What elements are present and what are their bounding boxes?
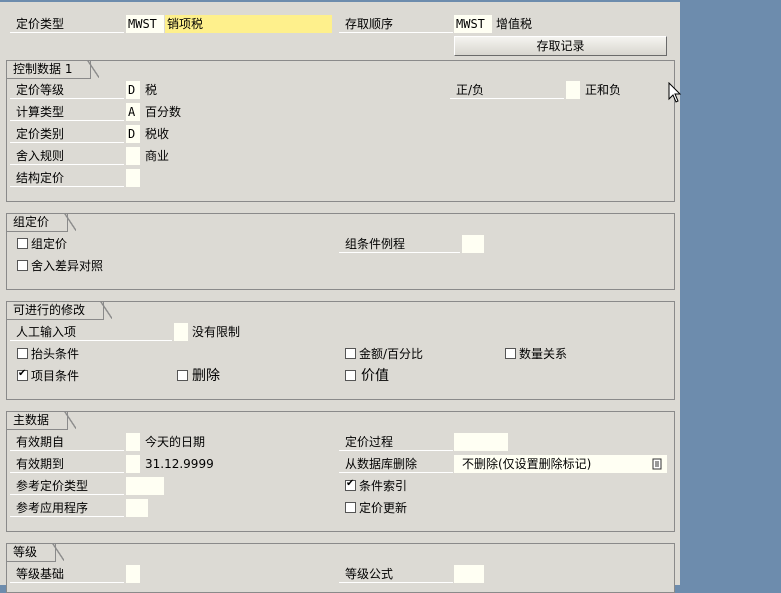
pricing-level-field[interactable]: D <box>126 81 140 99</box>
pricing-procedure-field[interactable] <box>454 433 508 451</box>
header-condition-label: 抬头条件 <box>31 347 80 361</box>
header-condition-checkbox[interactable] <box>17 348 28 359</box>
delete-label: 删除 <box>192 368 220 384</box>
changes-group: 可进行的修改 <box>6 301 675 400</box>
reference-type-field[interactable] <box>126 477 164 495</box>
calc-type-field[interactable]: A <box>126 103 140 121</box>
access-sequence-code-field[interactable]: MWST <box>454 15 492 33</box>
control-row-label: 舍入规则 <box>10 147 124 165</box>
plus-minus-field[interactable] <box>566 81 580 99</box>
pricing-update-label: 定价更新 <box>359 501 408 515</box>
rounding-rule-desc: 商业 <box>145 149 170 163</box>
reference-app-field[interactable] <box>126 499 148 517</box>
pricing-level-desc: 税 <box>145 83 158 97</box>
pricing-type-label: 定价类型 <box>10 15 124 33</box>
valid-from-field[interactable] <box>126 433 140 451</box>
condition-index-label: 条件索引 <box>359 479 408 493</box>
access-sequence-desc: 增值税 <box>496 17 533 31</box>
db-delete-dropdown[interactable]: 不删除(仅设置删除标记) <box>454 455 667 473</box>
top-stripe <box>0 0 781 2</box>
value-label: 价值 <box>361 368 389 384</box>
db-delete-value: 不删除(仅设置删除标记) <box>462 457 592 471</box>
valid-to-field[interactable] <box>126 455 140 473</box>
structure-pricing-field[interactable] <box>126 169 140 187</box>
group-routine-field[interactable] <box>462 235 484 253</box>
scales-title: 等级 <box>7 543 65 562</box>
mouse-pointer-icon <box>668 81 682 107</box>
scale-base-field[interactable] <box>126 565 140 583</box>
scale-formula-label: 等级公式 <box>339 565 453 583</box>
amount-percent-checkbox[interactable] <box>345 348 356 359</box>
pricing-update-checkbox[interactable] <box>345 502 356 513</box>
db-delete-label: 从数据库删除 <box>339 455 453 473</box>
reference-app-label: 参考应用程序 <box>10 499 124 517</box>
pricing-procedure-label: 定价过程 <box>339 433 453 451</box>
scale-base-label: 等级基础 <box>10 565 124 583</box>
pricing-type-code-field[interactable]: MWST <box>126 15 164 33</box>
rounding-diff-label: 舍入差异对照 <box>31 259 104 273</box>
access-sequence-label: 存取顺序 <box>339 15 453 33</box>
calc-type-desc: 百分数 <box>145 105 182 119</box>
rounding-diff-checkbox[interactable] <box>17 260 28 271</box>
control-row-label: 定价等级 <box>10 81 124 99</box>
group-pricing-checkbox-label: 组定价 <box>31 237 68 251</box>
reference-type-label: 参考定价类型 <box>10 477 124 495</box>
group-pricing-checkbox[interactable] <box>17 238 28 249</box>
valid-from-desc: 今天的日期 <box>145 435 206 449</box>
group-routine-label: 组条件例程 <box>339 235 460 253</box>
control-row-label: 计算类型 <box>10 103 124 121</box>
group-pricing-title: 组定价 <box>7 213 77 232</box>
scale-formula-field[interactable] <box>454 565 484 583</box>
right-background <box>680 2 781 585</box>
delete-checkbox[interactable] <box>177 370 188 381</box>
valid-to-label: 有效期到 <box>10 455 124 473</box>
valid-to-desc: 31.12.9999 <box>145 457 214 471</box>
pricing-type-desc-field[interactable]: 销项税 <box>165 15 332 33</box>
value-checkbox[interactable] <box>345 370 356 381</box>
item-condition-checkbox[interactable] <box>17 368 28 381</box>
quantity-relation-checkbox[interactable] <box>505 348 516 359</box>
access-record-button[interactable]: 存取记录 <box>454 36 667 56</box>
condition-index-checkbox[interactable] <box>345 478 356 491</box>
manual-entry-field[interactable] <box>174 323 188 341</box>
control-row-label: 结构定价 <box>10 169 124 187</box>
rounding-rule-field[interactable] <box>126 147 140 165</box>
valid-from-label: 有效期自 <box>10 433 124 451</box>
pricing-category-desc: 税收 <box>145 127 170 141</box>
quantity-relation-label: 数量关系 <box>519 347 568 361</box>
plus-minus-label: 正/负 <box>450 81 564 99</box>
list-icon[interactable] <box>652 458 662 470</box>
master-data-title: 主数据 <box>7 411 77 430</box>
control-row-label: 定价类别 <box>10 125 124 143</box>
plus-minus-desc: 正和负 <box>585 83 622 97</box>
manual-entry-desc: 没有限制 <box>192 325 241 339</box>
manual-entry-label: 人工输入项 <box>10 323 172 341</box>
pricing-category-field[interactable]: D <box>126 125 140 143</box>
changes-title: 可进行的修改 <box>7 301 113 320</box>
control-data-title: 控制数据 1 <box>7 60 100 79</box>
item-condition-label: 项目条件 <box>31 369 80 383</box>
amount-percent-label: 金额/百分比 <box>359 347 424 361</box>
